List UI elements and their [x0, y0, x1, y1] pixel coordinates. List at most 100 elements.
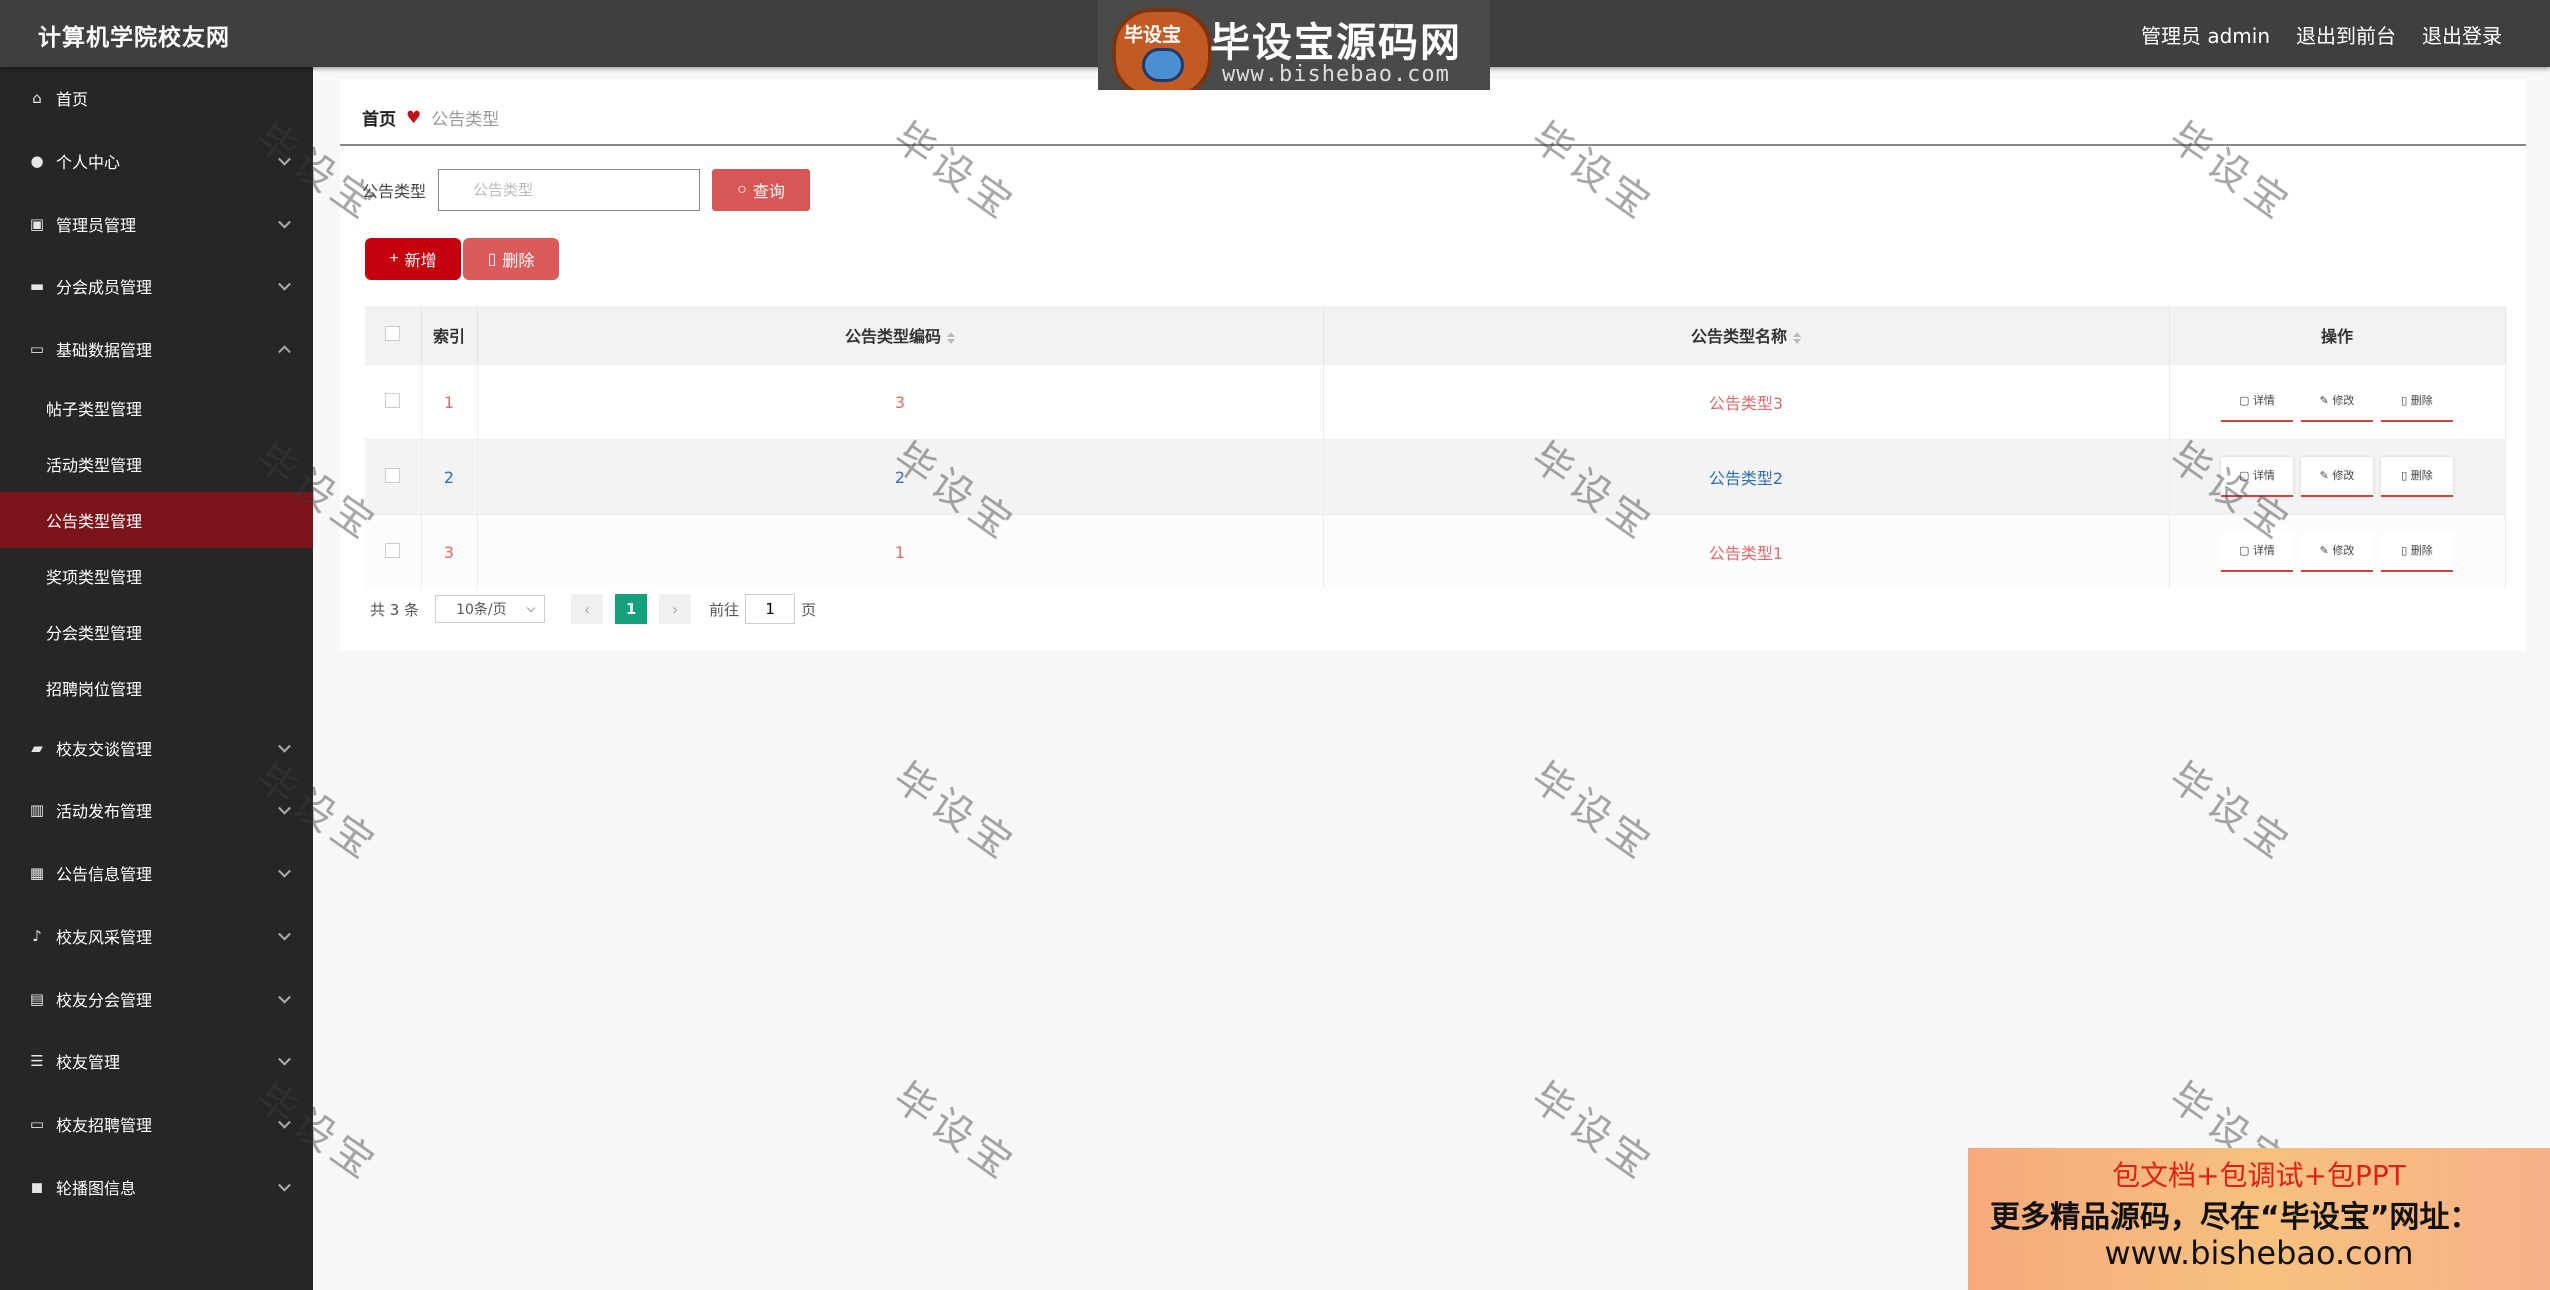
sidebar-sub-post-type[interactable]: 帖子类型管理 [0, 380, 313, 436]
camera-icon: ◼ [30, 1177, 44, 1196]
divider [340, 144, 2526, 146]
chevron-down-icon [278, 1115, 291, 1129]
next-page-button[interactable]: › [659, 594, 692, 624]
search-label: 公告类型 [362, 182, 427, 201]
row-index: 2 [421, 439, 478, 515]
sidebar-item-alumni-jobs[interactable]: ▭ 校友招聘管理 [0, 1093, 313, 1156]
page-number[interactable]: 1 [615, 594, 648, 624]
sidebar-item-branch-members[interactable]: ▬ 分会成员管理 [0, 255, 313, 318]
sidebar-sub-branch-type[interactable]: 分会类型管理 [0, 604, 313, 660]
edit-button[interactable]: ✎ 修改 [2301, 532, 2373, 572]
ad-line-3: www.bishebao.com [2104, 1234, 2414, 1272]
exit-to-front-link[interactable]: 退出到前台 [2296, 20, 2396, 49]
query-button[interactable]: ○ 查询 [712, 169, 811, 211]
plus-icon: + [389, 250, 399, 267]
pager-total: 共 3 条 [370, 600, 420, 619]
sidebar-item-alumni-chat[interactable]: ▰ 校友交谈管理 [0, 716, 313, 779]
watermark-url: www.bishebao.com [1222, 62, 1450, 87]
row-checkbox[interactable] [385, 467, 401, 483]
table-row: 2 2 公告类型2 ▢ 详情 ✎ 修改 ▯ 删除 [365, 439, 2506, 515]
delete-button[interactable]: ▯ 删除 [2381, 532, 2453, 572]
chevron-up-icon [278, 345, 291, 359]
mascot-logo-icon: 毕设宝 [1112, 8, 1212, 90]
chevron-down-icon [278, 1178, 291, 1192]
sidebar-item-activity-publish[interactable]: ▥ 活动发布管理 [0, 779, 313, 842]
breadcrumb-current: 公告类型 [431, 110, 500, 130]
sidebar-item-alumni-style[interactable]: ♪ 校友风采管理 [0, 905, 313, 968]
action-row: + 新增 ▯ 删除 [365, 238, 559, 280]
select-all-checkbox[interactable] [385, 325, 401, 341]
watermark-badge: 毕设宝 [1124, 24, 1182, 46]
row-checkbox[interactable] [385, 392, 401, 408]
briefcase-icon: ▰ [31, 738, 43, 757]
logout-link[interactable]: 退出登录 [2422, 20, 2502, 49]
row-name: 公告类型3 [1323, 364, 2170, 440]
ad-line-2: 更多精品源码，尽在“毕设宝”网址： [1990, 1200, 2480, 1235]
sidebar-item-notice-info[interactable]: ▦ 公告信息管理 [0, 842, 313, 905]
sidebar-sub-activity-type[interactable]: 活动类型管理 [0, 436, 313, 492]
clipboard-icon: ▣ [29, 214, 45, 233]
content-card: 首页 ♥ 公告类型 公告类型 ○ 查询 + 新增 ▯ 删除 [340, 79, 2526, 651]
row-name: 公告类型2 [1323, 439, 2170, 515]
goto-page-input[interactable] [745, 594, 796, 624]
add-button[interactable]: + 新增 [365, 238, 461, 280]
trash-icon: ▯ [487, 251, 497, 268]
row-code: 3 [477, 364, 1324, 440]
sidebar-sub-job-position[interactable]: 招聘岗位管理 [0, 660, 313, 716]
edit-button[interactable]: ✎ 修改 [2301, 457, 2373, 497]
card-icon: ▭ [29, 340, 45, 359]
list-icon: ☰ [30, 1052, 44, 1071]
ad-line-1: 包文档+包调试+包PPT [2112, 1159, 2406, 1192]
sidebar-sub-award-type[interactable]: 奖项类型管理 [0, 548, 313, 604]
sidebar-item-alumni-branch[interactable]: ▤ 校友分会管理 [0, 967, 313, 1030]
chevron-down-icon [278, 990, 291, 1004]
chevron-down-icon [278, 1053, 291, 1066]
grid-icon: ▦ [29, 864, 45, 883]
sidebar-item-admin[interactable]: ▣ 管理员管理 [0, 192, 313, 255]
detail-button[interactable]: ▢ 详情 [2221, 457, 2293, 497]
mic-icon: ♪ [32, 926, 42, 945]
row-index: 3 [421, 514, 478, 589]
home-icon: ⌂ [32, 89, 42, 108]
sidebar-sub-notice-type[interactable]: 公告类型管理 [0, 492, 313, 549]
monitor-icon: ▭ [29, 1114, 45, 1133]
sidebar-item-carousel[interactable]: ◼ 轮播图信息 [0, 1155, 313, 1218]
top-links: 管理员 admin 退出到前台 退出登录 [2141, 20, 2502, 49]
row-checkbox[interactable] [385, 542, 401, 558]
prev-page-button[interactable]: ‹ [571, 594, 604, 624]
batch-delete-button[interactable]: ▯ 删除 [463, 238, 559, 280]
chat-icon: ▬ [29, 277, 45, 296]
sidebar-item-alumni[interactable]: ☰ 校友管理 [0, 1030, 313, 1093]
chevron-down-icon [278, 927, 291, 941]
header-name[interactable]: 公告类型名称 [1323, 306, 2170, 365]
table-row: 3 1 公告类型1 ▢ 详情 ✎ 修改 ▯ 删除 [365, 514, 2506, 589]
sidebar-item-basic-data[interactable]: ▭ 基础数据管理 [0, 318, 313, 381]
header-ops: 操作 [2169, 306, 2506, 365]
detail-button[interactable]: ▢ 详情 [2221, 382, 2293, 422]
sidebar-item-home[interactable]: ⌂ 首页 [0, 67, 313, 130]
detail-button[interactable]: ▢ 详情 [2221, 532, 2293, 572]
row-code: 1 [477, 514, 1324, 589]
admin-label: 管理员 admin [2140, 24, 2270, 48]
row-name: 公告类型1 [1323, 514, 2170, 589]
chevron-down-icon [278, 152, 291, 166]
row-index: 1 [421, 364, 478, 440]
delete-button[interactable]: ▯ 删除 [2381, 382, 2453, 422]
breadcrumb-home[interactable]: 首页 [362, 105, 396, 130]
page-unit: 页 [801, 600, 817, 619]
page-size-select[interactable]: 10条/页 [435, 595, 546, 623]
ad-banner[interactable]: 包文档+包调试+包PPT 更多精品源码，尽在“毕设宝”网址： www.bishe… [1968, 1148, 2550, 1290]
sort-icon[interactable] [1793, 331, 1801, 344]
table-row: 1 3 公告类型3 ▢ 详情 ✎ 修改 ▯ 删除 [365, 364, 2506, 440]
watermark-name: 毕设宝源码网 [1210, 20, 1462, 66]
delete-button[interactable]: ▯ 删除 [2381, 457, 2453, 497]
header-checkbox-cell[interactable] [365, 306, 422, 365]
sidebar-item-profile[interactable]: ● 个人中心 [0, 130, 313, 193]
goto-label: 前往 [709, 600, 740, 619]
header-code[interactable]: 公告类型编码 [477, 306, 1324, 365]
search-input[interactable] [438, 169, 701, 211]
sort-icon[interactable] [947, 331, 955, 344]
clipboard-icon: ▤ [29, 989, 45, 1008]
edit-button[interactable]: ✎ 修改 [2301, 382, 2373, 422]
breadcrumb: 首页 ♥ 公告类型 [362, 105, 500, 131]
